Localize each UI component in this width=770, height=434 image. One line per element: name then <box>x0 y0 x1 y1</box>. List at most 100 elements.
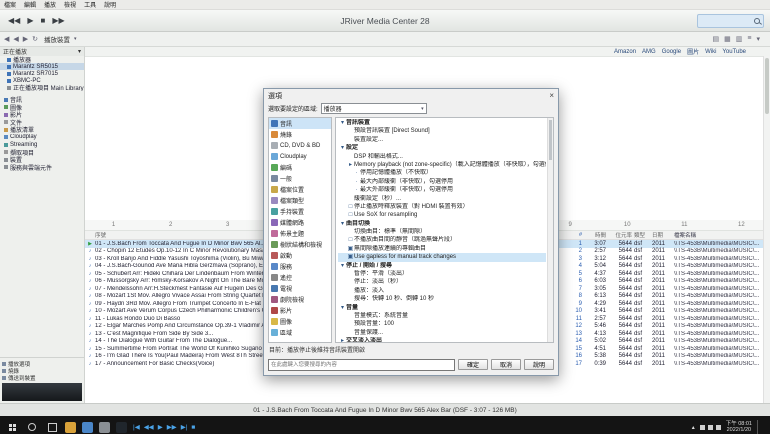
tray-icon[interactable] <box>716 425 721 430</box>
header-bitrate[interactable]: 位元率 <box>608 231 634 239</box>
panel-scrollbar-thumb[interactable] <box>549 120 552 160</box>
web-link[interactable]: 圖片 <box>687 47 699 56</box>
setting-item[interactable]: ▸交叉淡入淡出 <box>338 337 546 343</box>
setting-item[interactable]: ▾停止 / 開始 / 搜尋 <box>338 262 546 270</box>
dialog-button[interactable]: 說明 <box>524 359 554 370</box>
options-category-item[interactable]: 遙控 <box>269 272 331 283</box>
sidebar-library-item[interactable]: 文件 <box>0 119 84 127</box>
setting-item[interactable]: 播放：淡入 <box>338 287 546 295</box>
setting-item[interactable]: 搜尋：快轉 10 秒、倒轉 10 秒 <box>338 295 546 303</box>
sidebar-library-item[interactable]: 服務與雲端元件 <box>0 164 84 172</box>
menu-item[interactable]: 說明 <box>104 0 116 9</box>
setting-item[interactable]: 音量保護... <box>338 329 546 337</box>
setting-item[interactable]: ·停用記憶體播放（不快取） <box>338 169 546 177</box>
media-control-icon[interactable]: ▶ <box>158 423 163 431</box>
sidebar-library-item[interactable]: 播放清單 <box>0 126 84 134</box>
tray-icon[interactable] <box>700 425 705 430</box>
media-control-icon[interactable]: ▶| <box>181 423 188 431</box>
setting-item[interactable]: □不播放曲目間的靜音（跳過無聲片段） <box>338 236 546 244</box>
setting-item[interactable]: ▣無間隙播放連續的專輯曲目 <box>338 245 546 253</box>
web-link[interactable]: Wiki <box>705 49 716 55</box>
sidebar-zone-item[interactable]: 播放器 <box>0 56 84 63</box>
menu-item[interactable]: 工具 <box>84 0 96 9</box>
web-link[interactable]: Amazon <box>614 49 636 55</box>
options-category-item[interactable]: 區域 <box>269 327 331 338</box>
task-view-icon[interactable] <box>45 419 59 434</box>
setting-item[interactable]: ·最大內部緩衝（非快取），勾選停用 <box>338 178 546 186</box>
options-category-item[interactable]: Cloudplay <box>269 151 331 162</box>
breadcrumb[interactable]: 播放裝置 <box>44 34 70 44</box>
sidebar-zone-item[interactable]: Marantz SR7015 <box>0 70 84 77</box>
setting-item[interactable]: □Use SoX for resampling <box>338 211 546 219</box>
search-box[interactable] <box>697 14 764 28</box>
view-option-icon[interactable]: ▥ <box>736 35 743 43</box>
options-category-item[interactable]: 檔案類型 <box>269 195 331 206</box>
sidebar-library-item[interactable]: 圖像 <box>0 104 84 112</box>
taskbar-app-icon[interactable] <box>65 422 76 433</box>
dialog-button[interactable]: 確定 <box>458 359 488 370</box>
dialog-button[interactable]: 取消 <box>491 359 521 370</box>
start-button[interactable] <box>5 419 19 434</box>
setting-item[interactable]: 預設音量：100 <box>338 320 546 328</box>
options-category-item[interactable]: 音訊 <box>269 118 331 129</box>
web-link[interactable]: AMG <box>642 49 656 55</box>
sidebar-library-item[interactable]: 音訊 <box>0 96 84 104</box>
setting-item[interactable]: ▸Memory playback (not zone-specific)（載入記… <box>338 161 546 169</box>
sidebar-library-item[interactable]: Streaming <box>0 141 84 149</box>
chevron-down-icon[interactable]: ▾ <box>74 36 77 42</box>
collapse-sidebar-icon[interactable]: ◀ <box>4 35 9 43</box>
options-category-item[interactable]: CD, DVD & BD <box>269 140 331 151</box>
setting-item[interactable]: ▾音訊裝置 <box>338 119 546 127</box>
taskbar-search-icon[interactable] <box>25 419 39 434</box>
media-control-icon[interactable]: ▶▶ <box>167 423 177 431</box>
options-category-item[interactable]: 劇院檢視 <box>269 294 331 305</box>
header-date[interactable]: 日期 <box>652 231 674 239</box>
taskbar-app-icon[interactable] <box>82 422 93 433</box>
setting-item[interactable]: ▾音量 <box>338 304 546 312</box>
options-category-item[interactable]: 媒體網路 <box>269 217 331 228</box>
setting-item[interactable]: ▾曲目切換 <box>338 220 546 228</box>
view-option-icon[interactable]: ▤ <box>713 35 720 43</box>
vertical-scrollbar[interactable] <box>763 56 770 403</box>
setting-item[interactable]: 裝置設定... <box>338 136 546 144</box>
setting-item[interactable]: 音量模式：系統音量 <box>338 312 546 320</box>
options-category-item[interactable]: 圖像 <box>269 316 331 327</box>
back-icon[interactable]: ◀ <box>13 35 18 43</box>
view-option-icon[interactable]: ▾ <box>756 35 760 43</box>
taskbar-clock[interactable]: 下午 08:01 2022/1/20 <box>726 421 752 434</box>
view-option-icon[interactable]: ▦ <box>724 35 731 43</box>
header-tracknum[interactable]: # <box>568 232 584 238</box>
sidebar-zone-item[interactable]: XBMC-PC <box>0 77 84 84</box>
options-search-input[interactable] <box>268 359 455 371</box>
panel-scrollbar[interactable] <box>547 118 553 342</box>
setting-item[interactable]: ▣Use gapless for manual track changes <box>338 253 546 261</box>
media-control-icon[interactable]: ◀◀ <box>144 423 154 431</box>
options-category-item[interactable]: 服務 <box>269 261 331 272</box>
tray-expand-icon[interactable]: ▴ <box>692 424 695 431</box>
options-category-item[interactable]: 電視 <box>269 283 331 294</box>
taskbar-app-icon[interactable] <box>116 422 127 433</box>
media-control-icon[interactable]: ■ <box>191 424 195 431</box>
sidebar-zone-item[interactable]: 正在播放項目 Main Library <box>0 84 84 91</box>
web-link[interactable]: YouTube <box>722 49 746 55</box>
web-link[interactable]: Google <box>662 49 681 55</box>
close-icon[interactable]: × <box>549 91 554 100</box>
tray-icon[interactable] <box>708 425 713 430</box>
options-category-item[interactable]: 樹狀結構和檢視 <box>269 239 331 250</box>
menu-item[interactable]: 檢視 <box>64 0 76 9</box>
scrollbar-thumb[interactable] <box>765 58 769 114</box>
header-duration[interactable]: 時間 <box>584 231 608 239</box>
setting-item[interactable]: ▾設定 <box>338 144 546 152</box>
notification-icon[interactable] <box>757 420 765 434</box>
options-category-item[interactable]: 檔案位置 <box>269 184 331 195</box>
setting-item[interactable]: 預設音訊裝置 [Direct Sound] <box>338 127 546 135</box>
options-category-item[interactable]: 影片 <box>269 305 331 316</box>
setting-item[interactable]: DSP 和輸出格式... <box>338 153 546 161</box>
menu-item[interactable]: 編輯 <box>24 0 36 9</box>
view-option-icon[interactable]: ≡ <box>747 35 751 43</box>
sidebar-library-item[interactable]: Cloudplay <box>0 134 84 142</box>
sidebar-library-item[interactable]: 影片 <box>0 111 84 119</box>
setting-item[interactable]: ·最大外部緩衝（非快取），勾選停用 <box>338 186 546 194</box>
sidebar-library-item[interactable]: 擷取項目 <box>0 149 84 157</box>
setting-item[interactable]: 停止：淡出（秒） <box>338 278 546 286</box>
